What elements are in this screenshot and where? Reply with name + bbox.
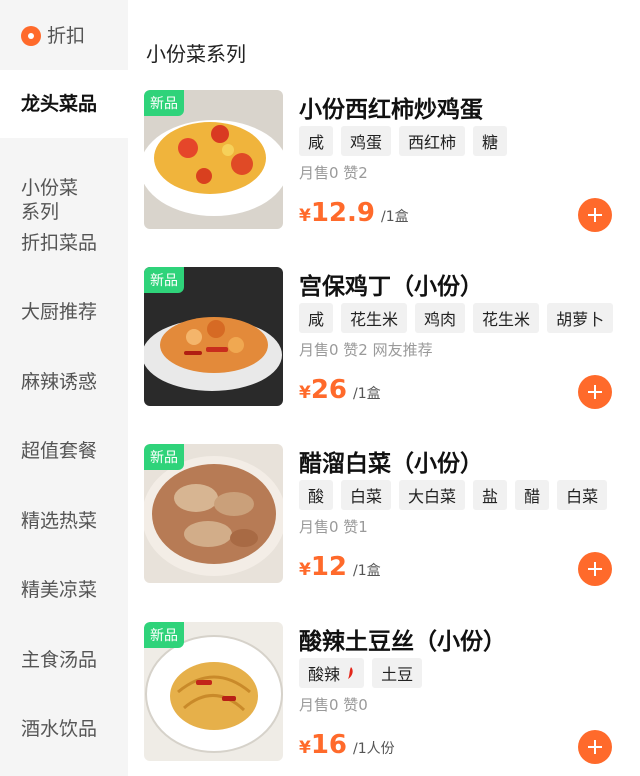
sidebar-item-label: 折扣菜品	[21, 232, 98, 254]
plus-icon	[588, 562, 602, 576]
tag-list: 咸 花生米 鸡肉 花生米 胡萝卜	[299, 303, 614, 333]
price-row: ¥ 16 /1人份	[299, 730, 395, 760]
sales-stats: 月售0 赞1	[299, 518, 368, 536]
sidebar-item-label: 龙头菜品	[21, 93, 98, 115]
tag: 白菜	[557, 480, 608, 510]
sidebar-item-drinks[interactable]: 酒水饮品	[0, 717, 128, 741]
price-value: 12.9	[310, 198, 375, 228]
sidebar-item-chef-recommend[interactable]: 大厨推荐	[0, 300, 128, 324]
sidebar-item-cold-dishes[interactable]: 精美凉菜	[0, 578, 128, 602]
price-unit: /1盒	[381, 209, 409, 225]
tag-label: 酸辣	[308, 665, 341, 684]
sidebar-item-spicy[interactable]: 麻辣诱惑	[0, 370, 128, 394]
tag: 盐	[473, 480, 508, 510]
category-sidebar: 折扣 龙头菜品 小份菜 系列 折扣菜品 大厨推荐 麻辣诱惑 超值套餐 精选热菜 …	[0, 0, 128, 776]
sidebar-item-label: 大厨推荐	[21, 301, 98, 323]
section-title: 小份菜系列	[146, 42, 246, 66]
dish-name: 小份西红柿炒鸡蛋	[299, 97, 483, 123]
sales-stats: 月售0 赞2	[299, 164, 368, 182]
price-unit: /1盒	[353, 563, 381, 579]
tag: 大白菜	[399, 480, 466, 510]
sidebar-item-label: 酒水饮品	[21, 718, 98, 740]
tag-list: 咸 鸡蛋 西红柿 糖	[299, 126, 508, 156]
sidebar-item-label: 精选热菜	[21, 510, 98, 532]
tag: 白菜	[341, 480, 392, 510]
price-unit: /1人份	[353, 741, 395, 757]
dish-card[interactable]: 新品 酸辣土豆丝（小份） 酸辣 土豆 月售0 赞0 ¥ 16 /1人份	[144, 622, 622, 764]
price-row: ¥ 12.9 /1盒	[299, 198, 409, 228]
dish-photo[interactable]: 新品	[144, 444, 283, 583]
sidebar-item-label: 小份菜 系列	[21, 177, 79, 223]
dish-card[interactable]: 新品 醋溜白菜（小份） 酸 白菜 大白菜 盐 醋 白菜 月售0 赞1 ¥ 12 …	[144, 444, 622, 586]
dish-photo[interactable]: 新品	[144, 90, 283, 229]
sidebar-item-longtou[interactable]: 龙头菜品	[0, 70, 128, 138]
tag: 糖	[473, 126, 508, 156]
sidebar-item-discount-dishes[interactable]: 折扣菜品	[0, 231, 128, 255]
sidebar-item-discount[interactable]: 折扣	[0, 24, 128, 48]
dish-photo[interactable]: 新品	[144, 622, 283, 761]
currency-symbol: ¥	[299, 383, 311, 403]
dish-name: 酸辣土豆丝（小份）	[299, 629, 506, 655]
new-badge: 新品	[144, 444, 184, 470]
price-value: 16	[310, 730, 348, 760]
dish-card[interactable]: 新品 宫保鸡丁（小份） 咸 花生米 鸡肉 花生米 胡萝卜 月售0 赞2 网友推荐…	[144, 267, 622, 409]
tag: 咸	[299, 303, 334, 333]
sales-stats: 月售0 赞2 网友推荐	[299, 341, 433, 359]
sidebar-item-label: 麻辣诱惑	[21, 371, 98, 393]
tag: 酸辣	[299, 658, 365, 688]
tag: 胡萝卜	[547, 303, 614, 333]
currency-symbol: ¥	[299, 560, 311, 580]
tag-list: 酸 白菜 大白菜 盐 醋 白菜	[299, 480, 608, 510]
tag: 花生米	[341, 303, 408, 333]
plus-icon	[588, 740, 602, 754]
sidebar-item-small-portion[interactable]: 小份菜 系列	[0, 152, 128, 224]
dish-name: 醋溜白菜（小份）	[299, 451, 483, 477]
tag: 鸡蛋	[341, 126, 392, 156]
sales-stats: 月售0 赞0	[299, 696, 368, 714]
currency-symbol: ¥	[299, 206, 311, 226]
price-value: 12	[310, 552, 348, 582]
add-to-cart-button[interactable]	[578, 552, 612, 586]
tag: 咸	[299, 126, 334, 156]
dish-card[interactable]: 新品 小份西红柿炒鸡蛋 咸 鸡蛋 西红柿 糖 月售0 赞2 ¥ 12.9 /1盒	[144, 90, 622, 232]
price-unit: /1盒	[353, 386, 381, 402]
price-value: 26	[310, 375, 348, 405]
add-to-cart-button[interactable]	[578, 198, 612, 232]
sidebar-item-value-set[interactable]: 超值套餐	[0, 439, 128, 463]
new-badge: 新品	[144, 90, 184, 116]
add-to-cart-button[interactable]	[578, 375, 612, 409]
sidebar-item-label: 超值套餐	[21, 440, 98, 462]
tag-list: 酸辣 土豆	[299, 658, 423, 688]
plus-icon	[588, 208, 602, 222]
sidebar-item-label: 主食汤品	[21, 649, 98, 671]
currency-symbol: ¥	[299, 738, 311, 758]
plus-icon	[588, 385, 602, 399]
sidebar-item-hot-dishes[interactable]: 精选热菜	[0, 509, 128, 533]
new-badge: 新品	[144, 622, 184, 648]
price-row: ¥ 26 /1盒	[299, 375, 381, 405]
chili-icon	[348, 667, 353, 679]
tag: 醋	[515, 480, 550, 510]
tag: 酸	[299, 480, 334, 510]
dish-name: 宫保鸡丁（小份）	[299, 274, 483, 300]
discount-tag-icon	[21, 26, 41, 46]
sidebar-item-label: 折扣	[47, 25, 86, 47]
tag: 鸡肉	[415, 303, 466, 333]
dish-photo[interactable]: 新品	[144, 267, 283, 406]
new-badge: 新品	[144, 267, 184, 293]
tag: 西红柿	[399, 126, 466, 156]
sidebar-item-staple-soup[interactable]: 主食汤品	[0, 648, 128, 672]
sidebar-item-label: 精美凉菜	[21, 579, 98, 601]
price-row: ¥ 12 /1盒	[299, 552, 381, 582]
tag: 花生米	[473, 303, 540, 333]
tag: 土豆	[372, 658, 423, 688]
add-to-cart-button[interactable]	[578, 730, 612, 764]
